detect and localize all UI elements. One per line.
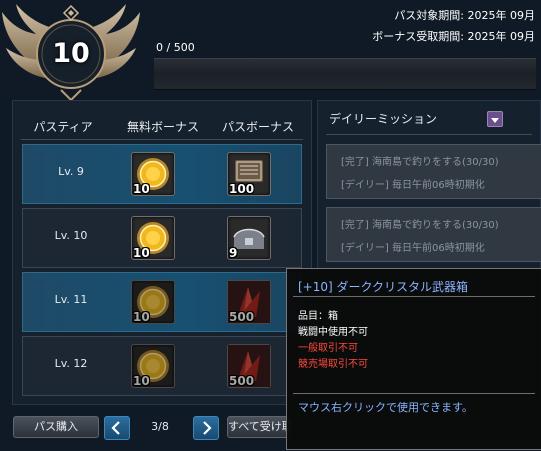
caret-down-icon [491,118,499,123]
pass-reward-slot[interactable]: 9 [227,216,271,260]
mission-item[interactable]: [完了] 海南島で釣りをする(30/30) [デイリー] 毎日午前06時初期化 [326,144,541,199]
daily-divider [326,134,532,135]
next-page-button[interactable] [193,416,219,440]
tooltip-divider [293,296,535,297]
tooltip-title: [+10] ダーククリスタル武器箱 [298,280,469,294]
free-reward-slot[interactable]: 10 [131,344,175,388]
prev-page-button[interactable] [104,416,130,440]
mission-status: [完了] 海南島で釣りをする(30/30) [341,157,499,168]
free-reward-qty: 10 [133,246,150,260]
tier-row-lv10[interactable]: Lv. 10 10 9 [22,208,302,268]
free-reward-qty: 10 [133,374,150,388]
tooltip-usage-hint: マウス右クリックで使用できます。 [298,401,473,414]
free-reward-qty: 10 [133,182,150,196]
tier-level: Lv. 10 [54,229,88,242]
pass-reward-qty: 500 [229,310,255,324]
pass-reward-slot[interactable]: 500 [227,280,271,324]
column-header-free: 無料ボーナス [126,120,199,134]
mission-dropdown-button[interactable] [487,111,503,127]
bonus-period: ボーナス受取期間: 2025年 09月 [372,30,535,43]
tooltip-auction-restriction: 競売場取引不可 [298,359,368,370]
tier-row-lv12[interactable]: Lv. 12 10 500 [22,336,302,396]
exp-text: 0 / 500 [156,41,195,54]
tier-row-lv11[interactable]: Lv. 11 10 500 [22,272,302,332]
header-divider [21,139,303,140]
tooltip-combat-restriction: 戦闘中使用不可 [298,327,368,338]
pass-reward-qty: 9 [229,246,238,260]
chevron-left-icon [111,421,120,435]
item-tooltip: [+10] ダーククリスタル武器箱 品目：箱 戦闘中使用不可 一般取引不可 競売… [286,268,541,450]
tooltip-divider [293,393,535,394]
pass-reward-slot[interactable]: 500 [227,344,271,388]
daily-mission-title: デイリーミッション [329,112,438,126]
pass-level: 10 [52,38,90,69]
pass-period: パス対象期間: 2025年 09月 [394,9,535,22]
tooltip-item-type: 品目：箱 [298,311,338,322]
diamond-icon [62,4,80,22]
page-indicator: 3/8 [151,420,169,433]
pass-reward-qty: 100 [229,182,255,196]
chevron-right-icon [203,421,212,435]
mission-reset: [デイリー] 毎日午前06時初期化 [341,180,485,191]
tier-level: Lv. 12 [54,357,88,370]
mission-item[interactable]: [完了] 海南島で釣りをする(30/30) [デイリー] 毎日午前06時初期化 [326,207,541,262]
mission-reset: [デイリー] 毎日午前06時初期化 [341,243,485,254]
receive-all-button[interactable]: すべて受け取る [227,416,291,438]
column-header-pass: パスボーナス [221,120,294,134]
tier-row-lv9[interactable]: Lv. 9 10 100 [22,144,302,204]
free-reward-slot[interactable]: 10 [131,152,175,196]
free-reward-qty: 10 [133,310,150,324]
pass-reward-qty: 500 [229,374,255,388]
column-header-tier: パスティア [33,120,93,134]
mission-status: [完了] 海南島で釣りをする(30/30) [341,220,499,231]
pass-reward-slot[interactable]: 100 [227,152,271,196]
reward-table: パスティア 無料ボーナス パスボーナス Lv. 9 10 100 Lv. 10 [12,100,312,405]
buy-pass-button[interactable]: パス購入 [13,416,99,438]
tooltip-trade-restriction: 一般取引不可 [298,343,358,354]
tier-level: Lv. 9 [58,165,84,178]
tier-level: Lv. 11 [54,293,88,306]
free-reward-slot[interactable]: 10 [131,216,175,260]
free-reward-slot[interactable]: 10 [131,280,175,324]
exp-progress-bar [154,58,536,90]
